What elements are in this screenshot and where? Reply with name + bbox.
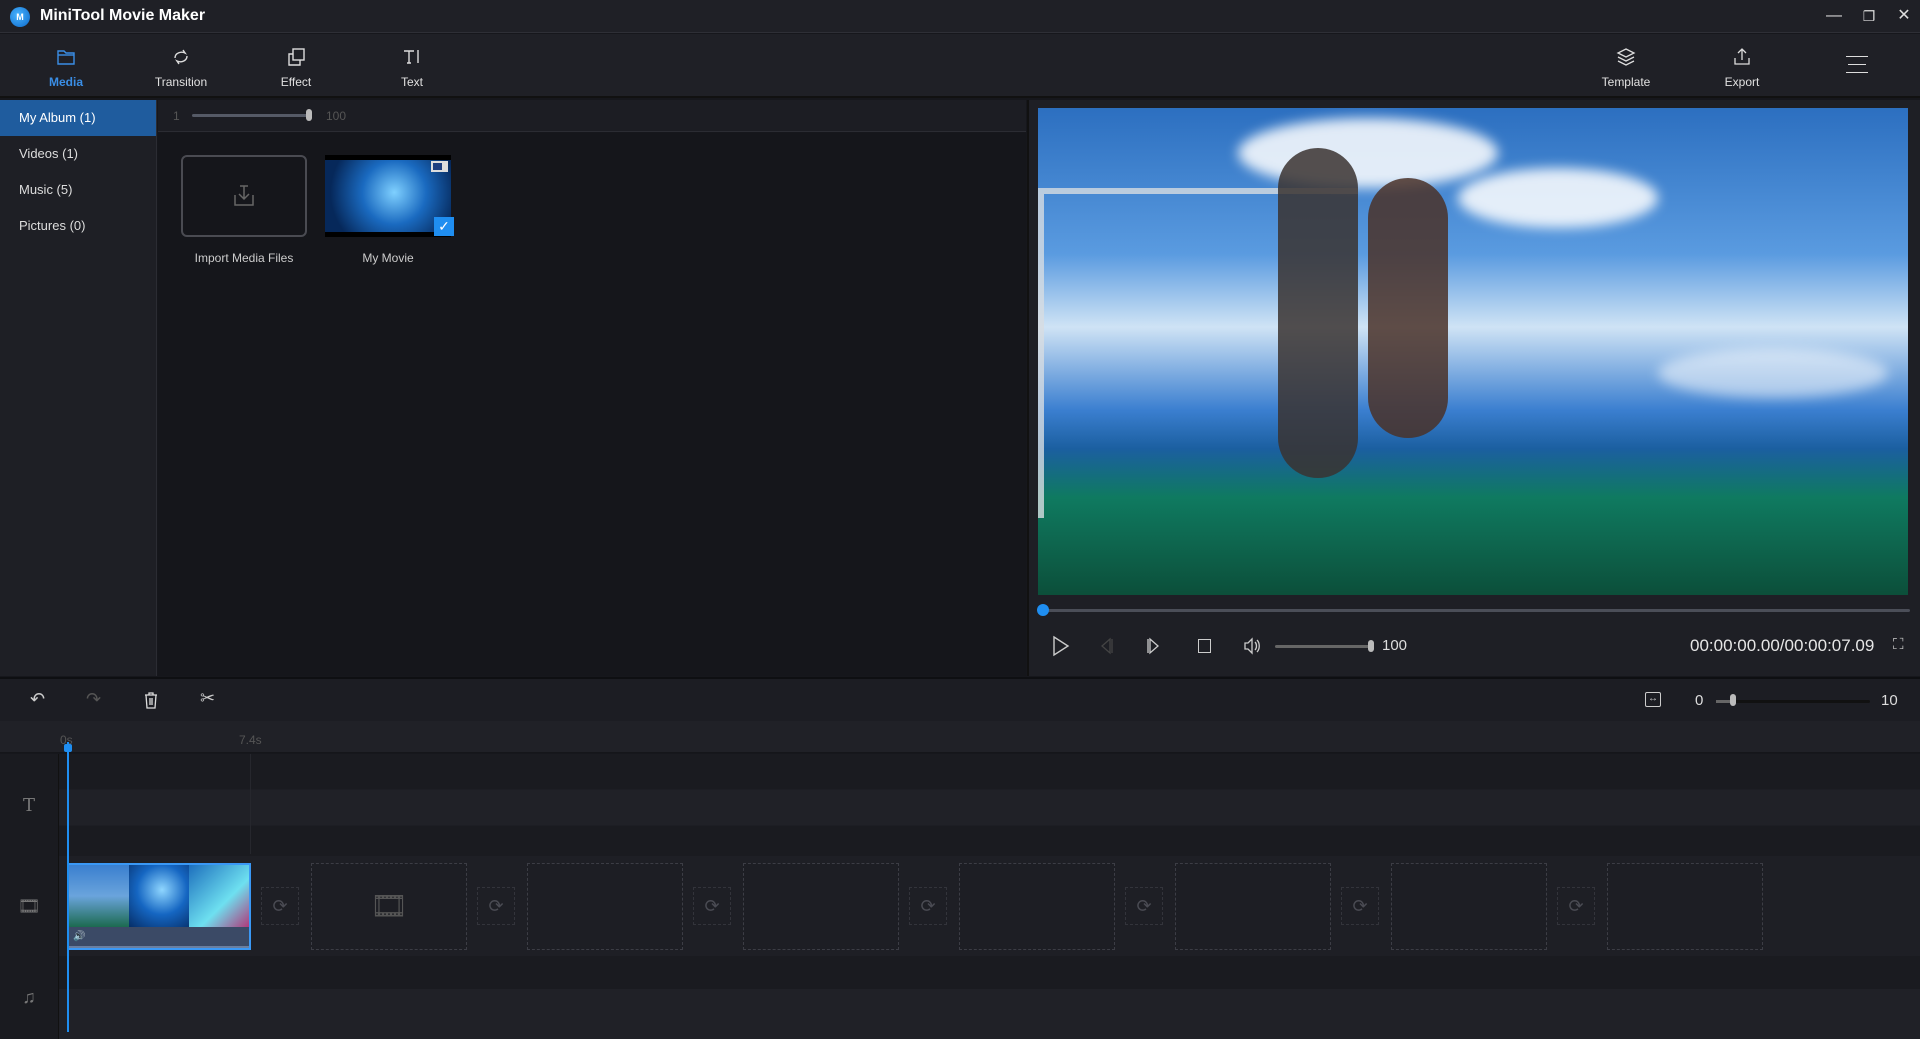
minimize-button[interactable]: — [1819,4,1849,28]
transition-slot[interactable]: ⟳ [693,887,731,925]
tab-label: Transition [154,75,208,89]
layers-icon [1616,48,1636,66]
tab-label: Media [48,75,83,89]
text-track-icon: T [0,754,59,856]
fit-timeline-icon[interactable]: ↔ [1645,692,1661,707]
empty-clip-slot[interactable] [527,863,683,950]
video-preview[interactable] [1038,108,1908,595]
template-button[interactable]: Template [1576,34,1676,98]
transition-slot[interactable]: ⟳ [1125,887,1163,925]
media-zoom-bar: 1 100 [158,100,1026,132]
play-icon[interactable] [1050,634,1072,658]
redo-icon[interactable]: ↷ [86,689,101,710]
media-item-label: My Movie [362,251,414,265]
playhead-handle[interactable] [64,744,72,752]
hamburger-menu-icon[interactable] [1846,56,1868,73]
music-track[interactable]: ♫ [0,956,1920,1039]
video-track-icon: 🎞 [0,856,59,956]
close-button[interactable]: ✕ [1889,4,1919,28]
slider-handle[interactable] [306,109,312,121]
text-icon [404,50,419,64]
export-button[interactable]: Export [1692,34,1792,98]
playback-progress-bar[interactable] [1042,609,1910,612]
transition-slot[interactable]: ⟳ [1341,887,1379,925]
volume-slider[interactable] [1275,645,1371,648]
empty-clip-slot[interactable] [743,863,899,950]
playhead[interactable] [67,742,69,1032]
fullscreen-icon[interactable]: ⛶ [1893,636,1904,653]
tab-effect[interactable]: Effect [246,34,346,98]
timeline-toolbar: ↶ ↷ ✂ ↔ 0 10 [0,677,1920,721]
album-sidebar: My Album (1) Videos (1) Music (5) Pictur… [0,100,157,676]
timeline-clip-my-movie[interactable]: 🔊 [67,863,251,950]
folder-icon [57,50,75,65]
import-media-button[interactable] [181,155,307,237]
transition-icon [174,49,188,65]
app-logo: M [10,7,30,27]
stop-icon[interactable] [1198,639,1211,653]
transition-slot[interactable]: ⟳ [909,887,947,925]
template-label: Template [1601,75,1651,89]
export-icon [1734,48,1750,65]
effect-icon [288,48,305,66]
restore-button[interactable]: ❐ [1854,4,1884,28]
undo-icon[interactable]: ↶ [30,689,45,710]
empty-clip-slot[interactable] [959,863,1115,950]
tab-label: Effect [280,75,312,89]
import-icon [234,185,254,206]
sidebar-item-my-album[interactable]: My Album (1) [0,100,156,136]
timeline-zoom-handle[interactable] [1730,694,1736,706]
playback-time: 00:00:00.00/00:00:07.09 [1690,636,1875,655]
volume-value: 100 [1382,637,1408,654]
sidebar-item-pictures[interactable]: Pictures (0) [0,208,156,244]
empty-clip-slot[interactable] [1607,863,1763,950]
sidebar-item-videos[interactable]: Videos (1) [0,136,156,172]
zoom-max-label: 100 [326,109,347,123]
media-library: Import Media Files ✓ My Movie [158,133,1026,676]
timeline-zoom-min: 0 [1695,692,1704,709]
volume-handle[interactable] [1368,640,1374,652]
export-label: Export [1724,75,1760,89]
transition-slot[interactable]: ⟳ [1557,887,1595,925]
next-frame-icon[interactable] [1146,637,1162,655]
empty-clip-slot[interactable]: 🎞 [311,863,467,950]
empty-clip-slot[interactable] [1175,863,1331,950]
clip-audio-icon: 🔊 [73,931,86,942]
delete-icon[interactable] [143,691,159,709]
main-toolbar: Media Transition Effect Text Template Ex… [0,34,1920,98]
thumbnail-size-slider[interactable] [192,114,308,117]
text-track[interactable]: T [0,754,1920,856]
title-bar: M MiniTool Movie Maker — ❐ ✕ [0,0,1920,33]
clip-end-marker [250,754,251,854]
progress-handle[interactable] [1037,604,1049,616]
timeline-ruler[interactable]: 0s 7.4s [0,721,1920,753]
zoom-min-label: 1 [173,109,180,123]
media-item-my-movie[interactable]: ✓ [325,155,454,237]
tab-media[interactable]: Media [16,34,116,98]
add-clip-icon: 🎞 [369,890,409,923]
transition-slot[interactable]: ⟳ [477,887,515,925]
timeline-zoom-slider[interactable] [1716,700,1870,703]
app-title: MiniTool Movie Maker [40,7,206,24]
video-type-icon [431,161,448,172]
volume-icon[interactable] [1242,636,1262,656]
ruler-tick: 7.4s [239,733,262,747]
timeline-zoom-max: 10 [1881,692,1898,709]
selected-checkbox-icon[interactable]: ✓ [434,217,454,236]
tab-text[interactable]: Text [362,34,462,98]
previous-frame-icon[interactable] [1098,637,1114,655]
music-track-icon: ♫ [0,956,59,1039]
import-media-label: Import Media Files [194,251,294,265]
sidebar-item-music[interactable]: Music (5) [0,172,156,208]
split-scissors-icon[interactable]: ✂ [200,688,215,709]
empty-clip-slot[interactable] [1391,863,1547,950]
tab-transition[interactable]: Transition [131,34,231,98]
tab-label: Text [400,75,423,89]
transition-slot[interactable]: ⟳ [261,887,299,925]
